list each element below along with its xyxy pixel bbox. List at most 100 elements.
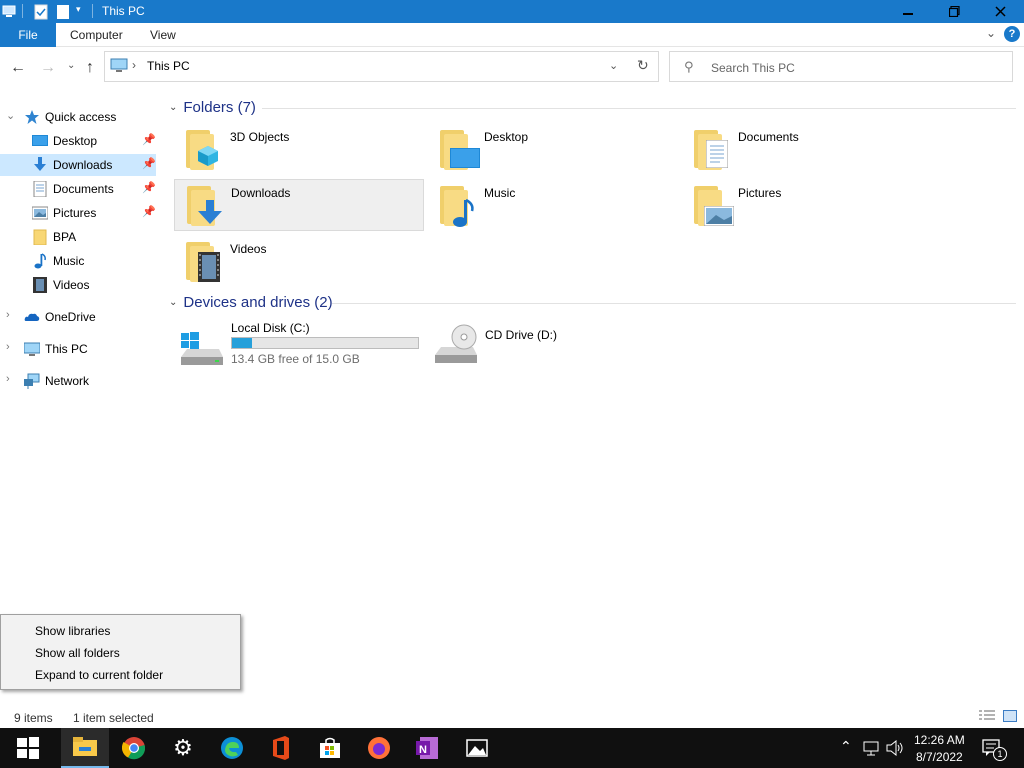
expand-chevron-icon[interactable]: › — [6, 373, 10, 385]
start-icon — [17, 737, 39, 759]
taskbar-chrome[interactable] — [110, 728, 158, 768]
expand-chevron-icon[interactable]: › — [6, 309, 10, 321]
window-title: This PC — [102, 4, 145, 18]
new-folder-icon[interactable] — [56, 4, 70, 20]
nav-item-videos[interactable]: Videos — [0, 274, 156, 296]
collapse-chevron-icon[interactable]: ⌄ — [169, 297, 177, 308]
address-bar[interactable]: › This PC ⌄ ↻ — [104, 51, 659, 82]
clock-time[interactable]: 12:26 AM — [914, 733, 965, 747]
back-arrow-icon[interactable]: ← — [10, 59, 26, 77]
properties-icon[interactable] — [34, 4, 48, 20]
show-hidden-icons-icon[interactable]: ⌃ — [840, 738, 852, 755]
search-placeholder: Search This PC — [711, 61, 795, 75]
expand-chevron-icon[interactable]: › — [6, 341, 10, 353]
folder-label: 3D Objects — [230, 130, 290, 144]
disk-usage-bar — [231, 337, 419, 349]
drive-free-space: 13.4 GB free of 15.0 GB — [231, 352, 360, 366]
folder-music[interactable]: Music — [428, 180, 678, 232]
documents-icon — [33, 181, 47, 197]
minimize-button[interactable] — [885, 0, 931, 23]
collapse-chevron-icon[interactable]: ⌄ — [169, 102, 177, 113]
downloads-icon — [34, 157, 46, 171]
pin-icon: 📌 — [142, 182, 156, 194]
folder-label: Videos — [230, 242, 267, 256]
folder-documents[interactable]: Documents — [682, 124, 932, 176]
svg-text:N: N — [419, 744, 427, 756]
recent-locations-icon[interactable]: ⌄ — [67, 60, 75, 71]
music-folder-icon — [438, 184, 482, 228]
folder-videos[interactable]: Videos — [174, 236, 424, 288]
clock-date[interactable]: 8/7/2022 — [916, 750, 963, 764]
close-button[interactable] — [977, 0, 1023, 23]
up-arrow-icon[interactable]: ↑ — [86, 59, 94, 77]
edge-icon — [221, 737, 243, 759]
group-header-folders[interactable]: ⌄ Folders (7) — [169, 99, 256, 116]
group-header-devices[interactable]: ⌄ Devices and drives (2) — [169, 294, 333, 311]
start-button[interactable] — [4, 728, 52, 768]
taskbar-photos[interactable] — [453, 728, 501, 768]
collapse-chevron-icon[interactable]: ⌄ — [6, 109, 15, 122]
breadcrumb-chevron-icon[interactable]: › — [132, 58, 136, 72]
nav-item-music[interactable]: Music — [0, 250, 156, 272]
folder-label: Desktop — [484, 130, 529, 144]
tab-file[interactable]: File — [0, 23, 56, 47]
nav-label: Music — [53, 254, 85, 268]
nav-item-pictures[interactable]: Pictures 📌 — [0, 202, 156, 224]
onedrive-icon — [24, 313, 40, 321]
nav-quick-access[interactable]: ⌄ Quick access — [0, 106, 156, 128]
expand-ribbon-icon[interactable]: ⌄ — [986, 26, 996, 40]
taskbar-edge[interactable] — [208, 728, 256, 768]
drive-cd-d[interactable]: CD Drive (D:) — [429, 321, 679, 371]
drive-local-disk-c[interactable]: Local Disk (C:) 13.4 GB free of 15.0 GB — [175, 321, 425, 371]
address-dropdown-icon[interactable]: ⌄ — [609, 59, 618, 72]
nav-item-documents[interactable]: Documents 📌 — [0, 178, 156, 200]
nav-label: Videos — [53, 278, 90, 292]
taskbar-settings[interactable]: ⚙ — [159, 728, 207, 768]
divider — [262, 108, 1016, 109]
taskbar-onenote[interactable]: N — [404, 728, 452, 768]
desktop-icon — [32, 135, 48, 146]
nav-item-downloads[interactable]: Downloads 📌 — [0, 154, 156, 176]
nav-label: BPA — [53, 230, 77, 244]
taskbar: ⚙ N ⌃ 12:26 AM 8/7/2022 1 — [0, 728, 1024, 768]
taskbar-office[interactable] — [257, 728, 305, 768]
taskbar-store[interactable] — [306, 728, 354, 768]
ribbon: File Computer View ⌄ ? — [0, 23, 1024, 47]
help-button[interactable]: ? — [1004, 26, 1020, 42]
menu-item-expand-to-current-folder[interactable]: Expand to current folder — [35, 668, 163, 682]
large-icons-view-icon[interactable] — [1003, 710, 1017, 722]
nav-onedrive[interactable]: › OneDrive — [0, 306, 156, 328]
restore-button[interactable] — [931, 0, 977, 23]
nav-this-pc[interactable]: › This PC — [0, 338, 156, 360]
network-status-icon[interactable] — [862, 740, 880, 756]
folder-desktop[interactable]: Desktop — [428, 124, 678, 176]
folder-3d-objects[interactable]: 3D Objects — [174, 124, 424, 176]
details-view-icon[interactable] — [979, 710, 995, 722]
breadcrumb-this-pc[interactable]: This PC — [147, 59, 190, 73]
tab-computer[interactable]: Computer — [70, 28, 123, 42]
refresh-icon[interactable]: ↻ — [637, 57, 649, 74]
menu-item-show-libraries[interactable]: Show libraries — [35, 624, 110, 638]
forward-arrow-icon[interactable]: → — [40, 59, 56, 77]
nav-label: Network — [45, 374, 90, 388]
music-icon — [34, 253, 46, 269]
nav-network[interactable]: › Network — [0, 370, 156, 392]
folder-pictures[interactable]: Pictures — [682, 180, 932, 232]
folder-label: Music — [484, 186, 516, 200]
menu-item-show-all-folders[interactable]: Show all folders — [35, 646, 120, 660]
office-icon — [273, 736, 289, 760]
taskbar-file-explorer[interactable] — [61, 728, 109, 768]
nav-label: This PC — [45, 342, 88, 356]
customize-toolbar-icon[interactable]: ▾ — [76, 4, 81, 15]
nav-item-desktop[interactable]: Desktop 📌 — [0, 130, 156, 152]
folder-downloads[interactable]: Downloads — [174, 179, 424, 231]
nav-label: Documents — [53, 182, 114, 196]
volume-icon[interactable] — [886, 740, 904, 756]
drive-label: CD Drive (D:) — [485, 328, 557, 342]
folder-label: Pictures — [738, 186, 782, 200]
pin-icon: 📌 — [142, 206, 156, 218]
tab-view[interactable]: View — [150, 28, 176, 42]
search-box[interactable]: ⚲ Search This PC — [669, 51, 1013, 82]
taskbar-firefox[interactable] — [355, 728, 403, 768]
nav-item-bpa[interactable]: BPA — [0, 226, 156, 248]
